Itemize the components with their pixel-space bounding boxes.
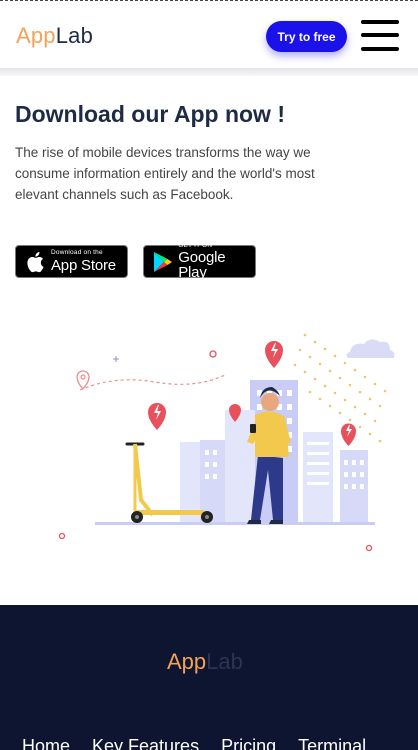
hamburger-bar xyxy=(361,20,399,24)
hero-description: The rise of mobile devices transforms th… xyxy=(15,145,315,202)
footer-nav-terminal[interactable]: Terminal xyxy=(298,736,366,750)
app-store-big-text: App Store xyxy=(51,256,116,274)
footer-logo[interactable]: AppLab xyxy=(167,649,243,675)
dashed-route xyxy=(79,374,226,391)
decor-circle xyxy=(365,544,373,552)
try-free-button[interactable]: Try to free xyxy=(266,21,347,52)
location-pin-icon xyxy=(76,370,90,390)
footer-nav-key-features[interactable]: Key Features xyxy=(92,736,199,750)
decor-plus xyxy=(113,356,119,362)
logo-lab-text: Lab xyxy=(55,23,94,48)
google-play-big-text: Google Play xyxy=(178,249,226,282)
apple-icon xyxy=(24,251,46,273)
app-store-button[interactable]: Download on the App Store xyxy=(15,245,128,278)
logo-app-text: App xyxy=(16,23,56,48)
site-footer: AppLab Home Key Features Pricing Termina… xyxy=(0,605,418,750)
footer-logo-app-text: App xyxy=(167,649,207,674)
logo[interactable]: AppLab xyxy=(16,23,93,49)
location-pin-icon xyxy=(148,403,166,430)
footer-nav-home[interactable]: Home xyxy=(22,736,70,750)
hero-illustration xyxy=(58,333,395,552)
decor-circle xyxy=(58,532,66,540)
app-store-small-text: Download on the xyxy=(51,249,103,257)
decor-circle xyxy=(209,350,217,358)
hamburger-bar xyxy=(361,47,399,51)
page-title: Download our App now ! xyxy=(15,101,285,127)
footer-logo-lab-text: Lab xyxy=(206,649,243,674)
header-shadow xyxy=(0,68,418,76)
cloud xyxy=(346,339,395,358)
google-play-button[interactable]: GET IT ON Google Play xyxy=(143,242,256,282)
hamburger-menu-icon[interactable] xyxy=(361,20,401,52)
location-pin-icon xyxy=(265,341,283,368)
hamburger-bar xyxy=(361,33,399,37)
footer-nav: Home Key Features Pricing Terminal xyxy=(22,736,366,750)
site-header: AppLab Try to free xyxy=(0,1,418,69)
google-play-icon xyxy=(152,251,173,273)
footer-nav-pricing[interactable]: Pricing xyxy=(221,736,276,750)
location-pin-icon xyxy=(341,423,356,446)
